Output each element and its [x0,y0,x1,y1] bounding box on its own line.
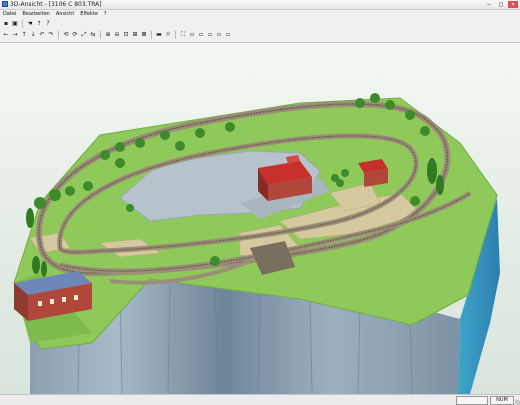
zoom-in-icon: ⊕ [105,31,111,38]
orbit-alt-button[interactable]: ⟳ [71,31,79,39]
zoom-window-icon: ⊡ [123,31,129,38]
zoom-out-icon: ⊖ [114,31,120,38]
toolbar-row-2: ← → ↑ ↓ ↶ ↷ ⟲ ⟳ ⤢ ⇆ ⊕ ⊖ ⊡ ⊞ ⊠ ▬ ☼ ⛶ ▫ ▫ ▫ ▫ ▫ [2,30,232,40]
help-button[interactable]: ? [44,20,52,28]
camera-5-button[interactable]: ▫ [224,31,232,39]
arrow-up-button[interactable]: ↑ [20,31,28,39]
orbit-alt-icon: ⟳ [72,31,78,38]
arrow-up-icon: ↑ [36,20,42,27]
menu-datei[interactable]: Datei [3,10,16,18]
arrow-right-button[interactable]: → [11,31,19,39]
arrow-down-button[interactable]: ↓ [29,31,37,39]
arrow-down-icon: ↓ [30,31,36,38]
light-button[interactable]: ☼ [164,31,172,39]
zoom-all-button[interactable]: ⊠ [140,31,148,39]
3d-viewport[interactable] [0,43,520,394]
maximize-button[interactable]: □ [496,1,506,8]
rotate-right-icon: ↷ [48,31,54,38]
camera-3-button[interactable]: ▫ [206,31,214,39]
walk-button[interactable]: ⇆ [89,31,97,39]
camera-5-icon: ▫ [225,31,231,38]
tilt-button[interactable]: ⤢ [80,31,88,39]
window-controls: – □ × [484,0,518,9]
tilt-icon: ⤢ [81,31,87,38]
toolbar: ▪ ▣ ☚ ↑? ← → ↑ ↓ ↶ ↷ ⟲ ⟳ ⤢ ⇆ ⊕ ⊖ ⊡ ⊞ ⊠ ▬ ☼ ⛶ ▫ ▫ ▫ ▫ ▫ [0,19,520,43]
arrow-up-icon: ↑ [21,31,27,38]
orbit-button[interactable]: ⟲ [62,31,70,39]
toolbar-separator [58,31,59,39]
zoom-window-button[interactable]: ⊡ [122,31,130,39]
fullscreen-icon: ⛶ [180,31,186,38]
menu-ansicht[interactable]: Ansicht [56,10,74,18]
toolbar-separator [151,31,152,39]
print-button[interactable]: ▣ [11,20,19,28]
toolbar-separator [22,20,23,28]
train-icon: ▬ [156,31,162,38]
resize-grip[interactable] [515,400,520,405]
print-icon: ▣ [12,20,18,27]
layout-3d-render [13,93,500,394]
zoom-in-button[interactable]: ⊕ [104,31,112,39]
menu-effekte[interactable]: Effekte [80,10,98,18]
train-button[interactable]: ▬ [155,31,163,39]
arrow-left-button[interactable]: ← [2,31,10,39]
help-icon: ? [46,20,50,27]
rotate-left-button[interactable]: ↶ [38,31,46,39]
menu-bearbeiten[interactable]: Bearbeiten [22,10,49,18]
walk-icon: ⇆ [90,31,96,38]
arrow-right-icon: → [12,31,18,38]
arrow-left-icon: ← [3,31,9,38]
toolbar-separator [175,31,176,39]
zoom-fit-button[interactable]: ⊞ [131,31,139,39]
menu-help[interactable]: ? [104,10,107,18]
fullscreen-button[interactable]: ⛶ [179,31,187,39]
window-title: 3D-Ansicht - [3106 C 803.TRA] [10,1,102,8]
toolbar-separator [100,31,101,39]
camera-2-icon: ▫ [198,31,204,38]
camera-4-button[interactable]: ▫ [215,31,223,39]
hand-icon: ☚ [27,20,33,27]
menu-bar: Datei Bearbeiten Ansicht Effekte ? [0,10,520,18]
camera-2-button[interactable]: ▫ [197,31,205,39]
orbit-icon: ⟲ [63,31,69,38]
save-button[interactable]: ▪ [2,20,10,28]
app-icon [2,1,8,7]
status-bar: NUM [0,394,520,405]
close-button[interactable]: × [508,1,518,8]
rotate-right-button[interactable]: ↷ [47,31,55,39]
minimize-button[interactable]: – [484,1,494,8]
camera-1-icon: ▫ [189,31,195,38]
toolbar-row-1: ▪ ▣ ☚ ↑? [2,19,52,29]
hand-button[interactable]: ☚ [26,20,34,28]
camera-3-icon: ▫ [207,31,213,38]
camera-1-button[interactable]: ▫ [188,31,196,39]
rotate-left-icon: ↶ [39,31,45,38]
save-icon: ▪ [3,20,9,27]
title-bar: 3D-Ansicht - [3106 C 803.TRA] – □ × [0,0,520,10]
light-icon: ☼ [165,31,171,38]
zoom-out-button[interactable]: ⊖ [113,31,121,39]
zoom-all-icon: ⊠ [141,31,147,38]
camera-4-icon: ▫ [216,31,222,38]
arrow-up-button[interactable]: ↑ [35,20,43,28]
zoom-fit-icon: ⊞ [132,31,138,38]
